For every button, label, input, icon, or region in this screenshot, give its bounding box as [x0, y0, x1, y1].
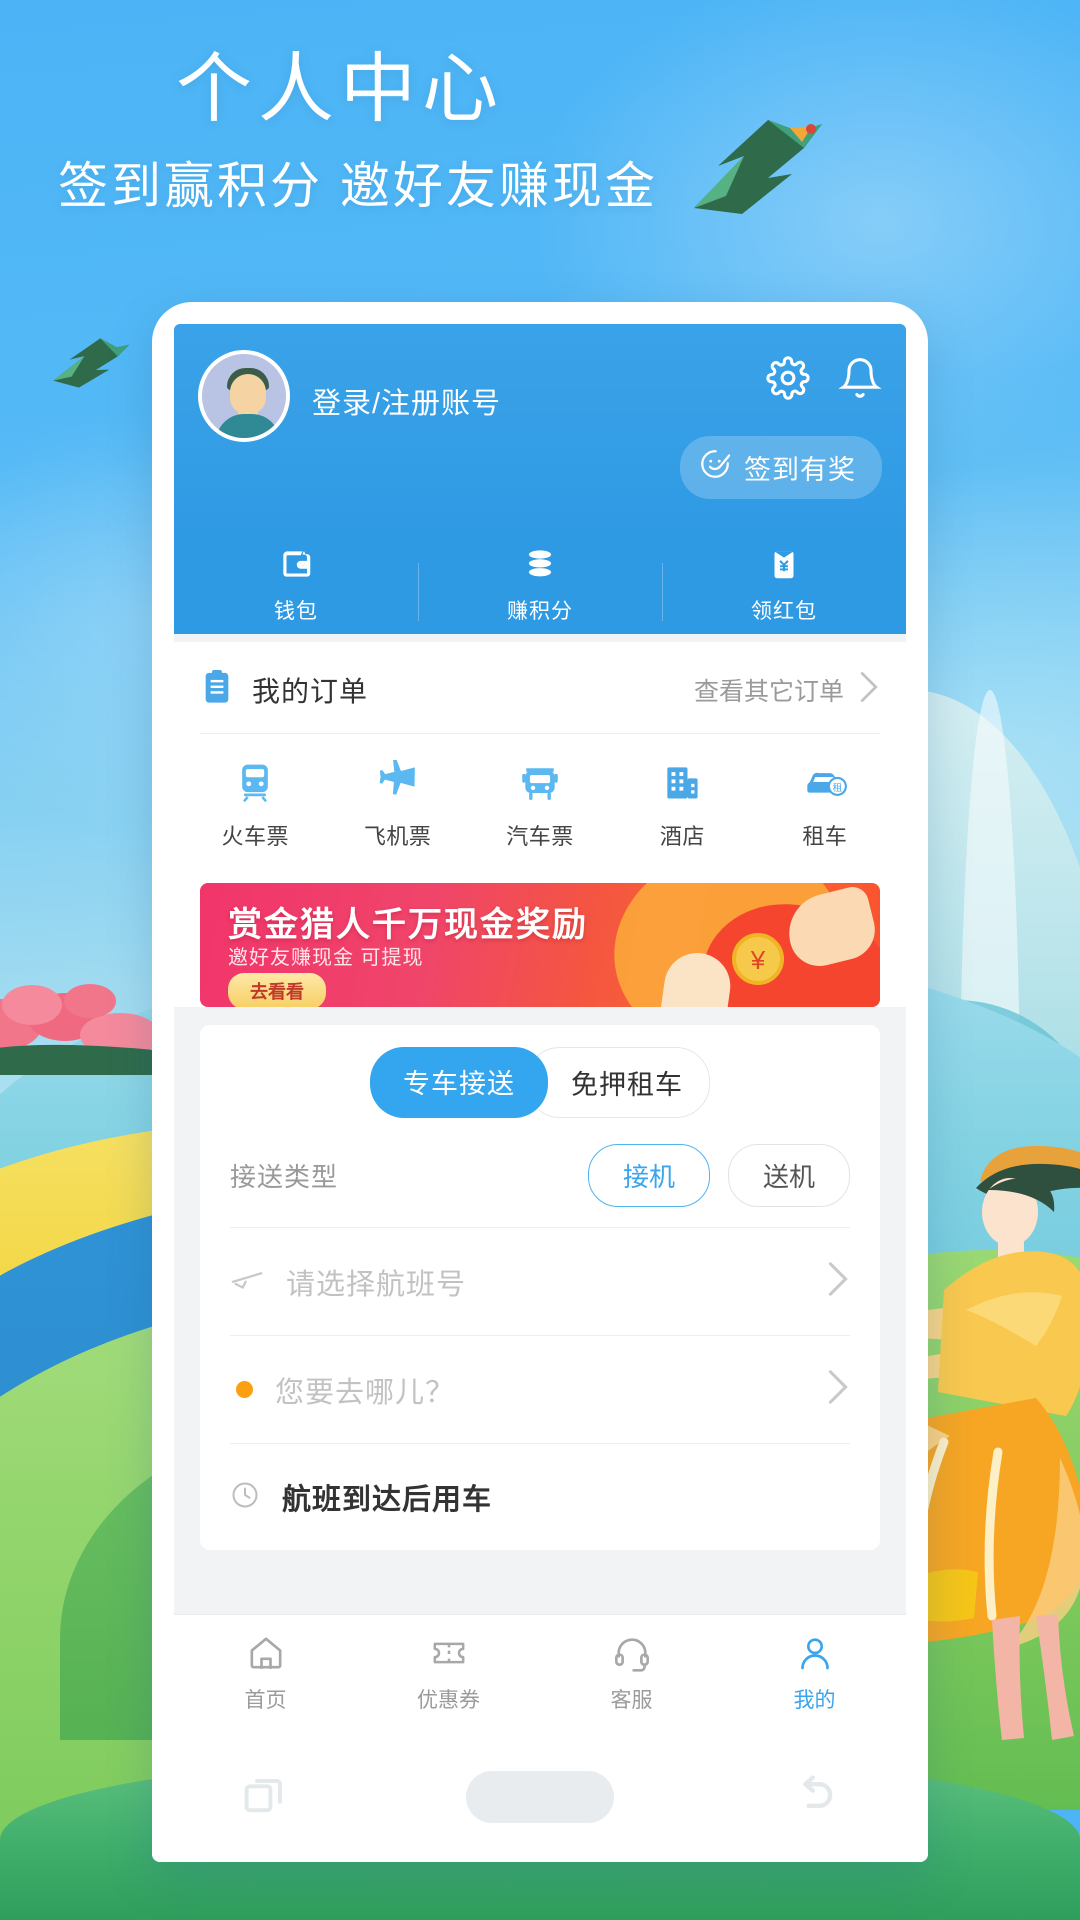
- signin-reward-button[interactable]: 签到有奖: [680, 436, 882, 499]
- banner-subtitle: 邀好友赚现金 可提现: [228, 947, 424, 969]
- page-subtitle: 签到赢积分 邀好友赚现金: [58, 157, 658, 214]
- wallet-icon: [277, 551, 315, 587]
- service-bus-label: 汽车票: [506, 824, 574, 849]
- pickup-time-value: 航班到达后用车: [282, 1484, 493, 1516]
- app-screen: 登录/注册账号 签到有奖 钱包 赚积分 领红包 我的订单 查看其它订单 火车票 …: [174, 324, 906, 1732]
- destination-placeholder: 您要去哪儿？: [275, 1376, 456, 1409]
- car-rental-icon: 租: [802, 772, 848, 808]
- airplane-icon: [376, 759, 420, 808]
- wallet-tab-points[interactable]: 赚积分: [418, 545, 662, 625]
- booking-form-card: 专车接送 免押租车 接送类型 接机 送机 请选择航班号 您要去哪儿？ 航班到达后…: [200, 1025, 880, 1550]
- hero-header: 个人中心 签到赢积分 邀好友赚现金: [0, 0, 1080, 218]
- service-flight[interactable]: 飞机票: [326, 759, 468, 851]
- option-dropoff[interactable]: 送机: [727, 1144, 850, 1207]
- login-register-link[interactable]: 登录/注册账号: [312, 380, 501, 422]
- flight-number-field[interactable]: 请选择航班号: [200, 1228, 880, 1335]
- clipboard-icon: [200, 668, 234, 711]
- svg-text:租: 租: [832, 782, 842, 794]
- gear-icon[interactable]: [766, 356, 810, 400]
- smiley-check-icon: [698, 447, 732, 488]
- coins-icon: [521, 550, 559, 587]
- tab-coupons[interactable]: 优惠券: [357, 1633, 540, 1714]
- service-flight-label: 飞机票: [363, 824, 432, 849]
- recents-icon[interactable]: [239, 1769, 291, 1826]
- avatar[interactable]: [198, 350, 290, 442]
- swallow-icon: [40, 322, 137, 402]
- orders-card: 我的订单 查看其它订单 火车票 飞机票 汽车票 酒店 租 租车: [174, 642, 906, 875]
- tab-deposit-free-rental[interactable]: 免押租车: [526, 1047, 710, 1118]
- chevron-right-icon: [826, 1368, 850, 1411]
- back-icon[interactable]: [789, 1769, 841, 1826]
- points-tab-label: 赚积分: [507, 600, 573, 623]
- chevron-right-icon: [826, 1260, 850, 1303]
- home-pill-icon[interactable]: [465, 1771, 614, 1823]
- wallet-tab-redpacket[interactable]: 领红包: [662, 545, 906, 625]
- tab-support-label: 客服: [610, 1689, 653, 1712]
- option-pickup[interactable]: 接机: [587, 1144, 710, 1207]
- bus-icon: [518, 768, 562, 808]
- booking-tabs: 专车接送 免押租车: [200, 1047, 880, 1118]
- wallet-tab-wallet[interactable]: 钱包: [174, 545, 418, 625]
- redpacket-tab-label: 领红包: [751, 600, 817, 623]
- chevron-right-icon: [858, 670, 880, 709]
- signin-reward-label: 签到有奖: [744, 455, 856, 485]
- service-bus[interactable]: 汽车票: [469, 760, 611, 851]
- airplane-small-icon: [230, 1266, 264, 1297]
- pickup-time-field[interactable]: 航班到达后用车: [200, 1444, 880, 1550]
- wallet-tab-label: 钱包: [274, 600, 318, 623]
- tab-home-label: 首页: [244, 1689, 287, 1712]
- destination-field[interactable]: 您要去哪儿？: [200, 1336, 880, 1443]
- promo-banner[interactable]: ¥ 赏金猎人千万现金奖励 邀好友赚现金 可提现 去看看: [200, 883, 880, 1007]
- wallet-tab-row: 钱包 赚积分 领红包: [174, 536, 906, 634]
- service-icon-row: 火车票 飞机票 汽车票 酒店 租 租车: [174, 734, 906, 875]
- banner-title: 赏金猎人千万现金奖励: [228, 906, 588, 944]
- tab-coupons-label: 优惠券: [417, 1689, 480, 1712]
- tab-mine-label: 我的: [793, 1689, 836, 1712]
- red-packet-icon: [765, 551, 803, 587]
- headset-icon: [612, 1638, 652, 1677]
- my-orders-row[interactable]: 我的订单 查看其它订单: [174, 642, 906, 733]
- service-carrental-label: 租车: [802, 824, 848, 849]
- phone-mockup: 登录/注册账号 签到有奖 钱包 赚积分 领红包 我的订单 查看其它订单 火车票 …: [152, 302, 928, 1862]
- hotel-icon: [660, 767, 704, 808]
- bell-icon[interactable]: [838, 356, 882, 400]
- page-title: 个人中心: [176, 47, 504, 132]
- my-orders-title: 我的订单: [252, 675, 369, 707]
- transfer-type-label: 接送类型: [230, 1162, 339, 1192]
- flight-number-placeholder: 请选择航班号: [286, 1268, 467, 1301]
- tab-chauffeur[interactable]: 专车接送: [370, 1047, 548, 1118]
- location-dot-icon: [236, 1381, 253, 1398]
- service-train[interactable]: 火车票: [184, 760, 326, 851]
- tab-home[interactable]: 首页: [174, 1633, 357, 1714]
- train-icon: [233, 764, 277, 808]
- coupon-icon: [429, 1642, 469, 1677]
- android-navbar: [152, 1732, 928, 1862]
- transfer-type-row: 接送类型 接机 送机: [200, 1118, 880, 1227]
- profile-header: 登录/注册账号 签到有奖: [174, 324, 906, 536]
- banner-cta-button[interactable]: 去看看: [228, 973, 326, 1007]
- bottom-tabbar: 首页 优惠券 客服 我的: [174, 1614, 906, 1732]
- home-icon: [246, 1637, 286, 1677]
- service-train-label: 火车票: [221, 824, 289, 849]
- promo-banner-wrap: ¥ 赏金猎人千万现金奖励 邀好友赚现金 可提现 去看看: [174, 875, 906, 1007]
- coin-icon: ¥: [732, 933, 784, 985]
- person-icon: [795, 1638, 835, 1677]
- tab-mine[interactable]: 我的: [723, 1633, 906, 1714]
- tab-support[interactable]: 客服: [540, 1633, 723, 1714]
- service-hotel-label: 酒店: [659, 824, 705, 849]
- service-hotel[interactable]: 酒店: [611, 760, 753, 851]
- clock-icon: [230, 1480, 260, 1515]
- service-carrental[interactable]: 租 租车: [754, 760, 896, 851]
- view-other-orders-link[interactable]: 查看其它订单: [694, 672, 844, 708]
